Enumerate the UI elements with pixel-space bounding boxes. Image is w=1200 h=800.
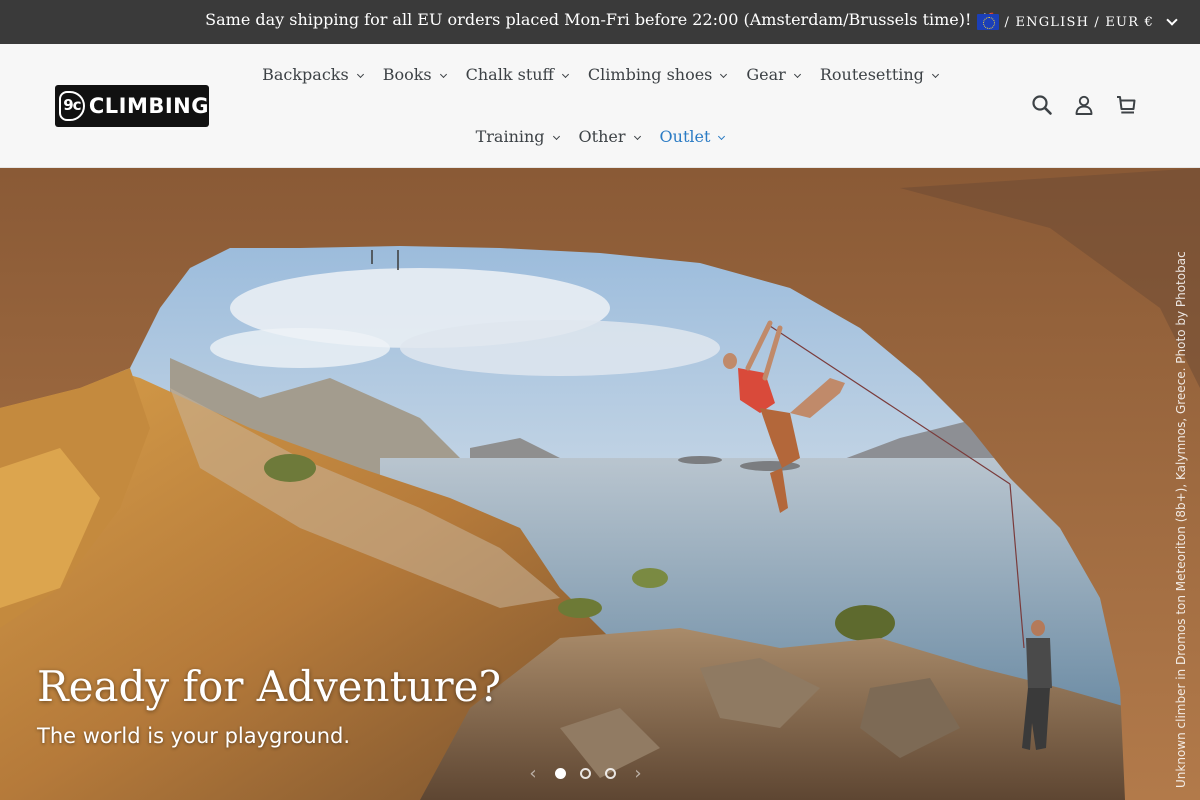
site-header: 9c CLIMBING Backpacks Books Chalk stuff … [0, 44, 1200, 168]
slide-dot-3[interactable] [605, 768, 616, 779]
hero-subtitle: The world is your playground. [37, 724, 351, 748]
logo-badge: 9c [59, 91, 85, 121]
nav-item-label: Books [382, 65, 432, 84]
chevron-down-icon [633, 132, 641, 141]
photo-credit: Unknown climber in Dromos ton Meteoriton… [1174, 251, 1188, 788]
eu-flag-icon [976, 14, 999, 30]
nav-item-label: Routesetting [819, 65, 924, 84]
account-icon [1075, 95, 1093, 115]
search-button[interactable] [1028, 91, 1056, 119]
nav-item-backpacks[interactable]: Backpacks [252, 44, 373, 106]
account-button[interactable] [1070, 91, 1098, 119]
nav-item-chalk-stuff[interactable]: Chalk stuff [456, 44, 578, 106]
slide-dot-2[interactable] [580, 768, 591, 779]
slideshow-controls: ‹ › [525, 763, 646, 784]
nav-item-training[interactable]: Training [466, 106, 569, 168]
nav-item-routesetting[interactable]: Routesetting [810, 44, 948, 106]
previous-slide-button[interactable]: ‹ [525, 763, 541, 784]
nav-item-other[interactable]: Other [569, 106, 650, 168]
nav-item-books[interactable]: Books [373, 44, 456, 106]
cart-button[interactable] [1112, 91, 1140, 119]
hero-slideshow: Ready for Adventure? The world is your p… [0, 168, 1200, 800]
announcement-text: Same day shipping for all EU orders plac… [205, 10, 972, 29]
nav-item-label: Outlet [659, 127, 711, 146]
locale-label: / ENGLISH / EUR € [1004, 14, 1154, 30]
chevron-down-icon [356, 70, 364, 79]
chevron-down-icon [552, 132, 560, 141]
announcement-bar: Same day shipping for all EU orders plac… [0, 0, 1200, 44]
nav-item-label: Training [475, 127, 545, 146]
nav-item-label: Climbing shoes [587, 65, 713, 84]
chevron-down-icon [931, 70, 939, 79]
cart-icon [1117, 96, 1136, 114]
nav-item-gear[interactable]: Gear [736, 44, 809, 106]
chevron-down-icon [439, 70, 447, 79]
locale-selector[interactable]: / ENGLISH / EUR € [976, 11, 1178, 33]
chevron-down-icon [561, 70, 569, 79]
nav-item-climbing-shoes[interactable]: Climbing shoes [578, 44, 736, 106]
nav-item-label: Gear [746, 65, 786, 84]
logo-wordmark: CLIMBING [88, 94, 209, 118]
nav-item-outlet[interactable]: Outlet [650, 106, 735, 168]
chevron-down-icon [718, 132, 726, 141]
chevron-down-icon [1166, 13, 1178, 26]
nav-item-label: Backpacks [262, 65, 349, 84]
search-icon [1032, 95, 1052, 115]
nav-item-label: Chalk stuff [465, 65, 554, 84]
nav-item-label: Other [578, 127, 626, 146]
chevron-down-icon [720, 70, 728, 79]
main-nav: Backpacks Books Chalk stuff Climbing sho… [236, 44, 964, 168]
hero-title: Ready for Adventure? [37, 662, 501, 711]
site-logo[interactable]: 9c CLIMBING [55, 85, 209, 127]
slide-dot-1[interactable] [555, 768, 566, 779]
chevron-down-icon [793, 70, 801, 79]
next-slide-button[interactable]: › [630, 763, 646, 784]
header-icons [1028, 91, 1140, 119]
